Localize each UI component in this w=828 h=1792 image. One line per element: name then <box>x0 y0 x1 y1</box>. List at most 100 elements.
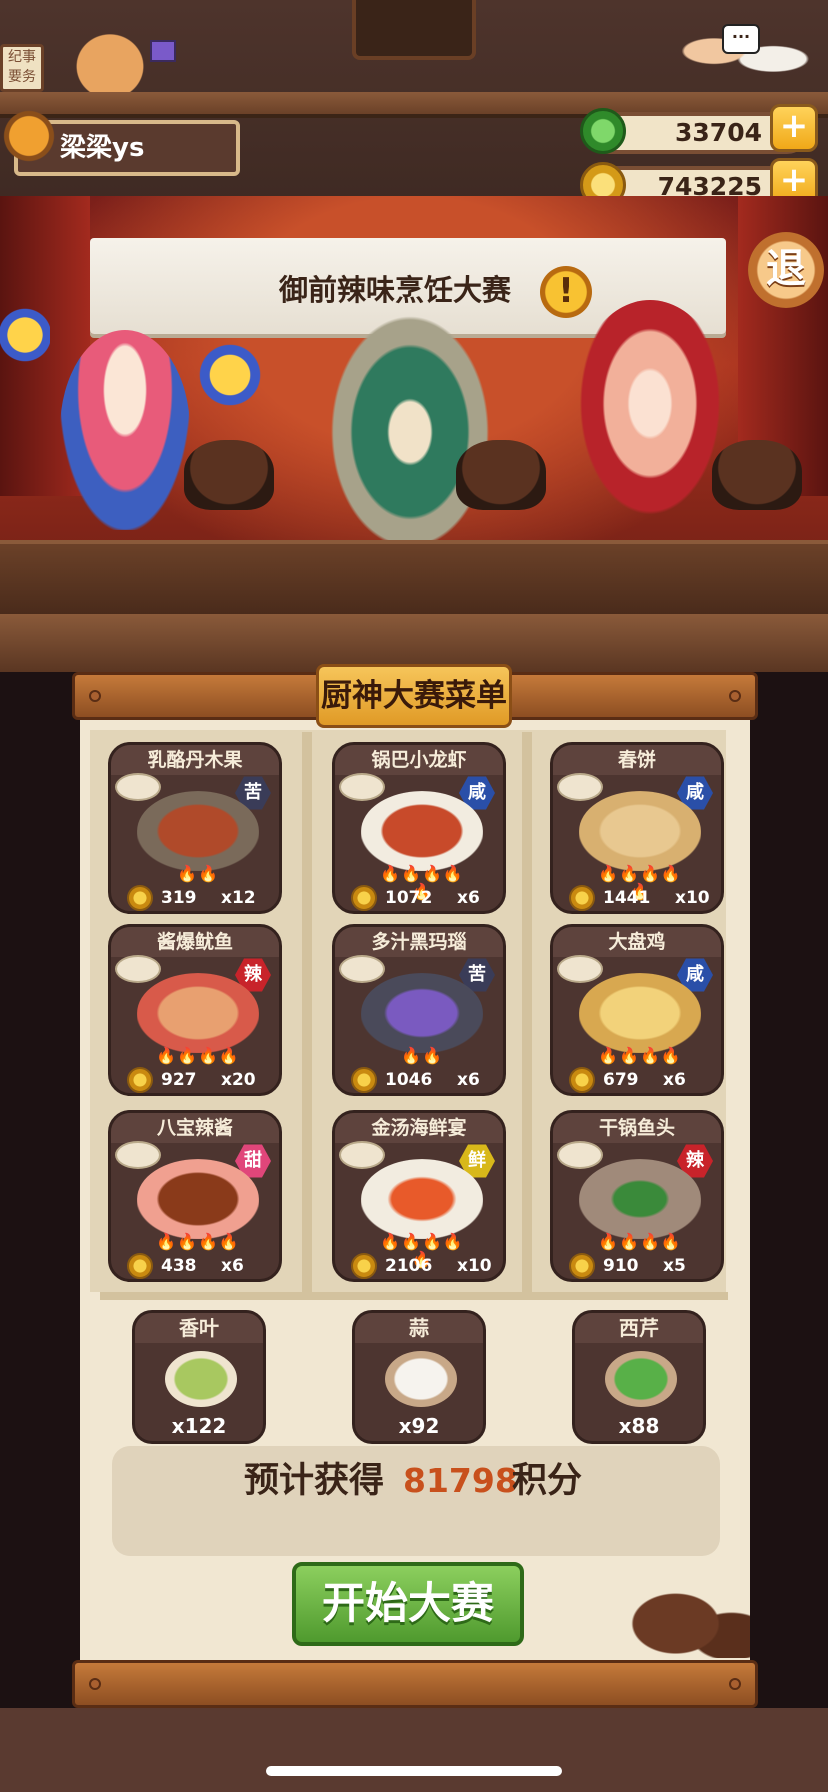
dish-quantity: x12 <box>221 888 256 908</box>
trophy-avatar-icon[interactable] <box>0 108 58 178</box>
dish-quantity: x6 <box>457 1070 480 1090</box>
dish-card[interactable]: 乳酪丹木果 苦 🔥🔥 319 x12 <box>108 742 282 914</box>
ingredient-quantity: x122 <box>171 1414 227 1438</box>
dish-footer: 319 x12 <box>111 881 279 911</box>
book-icon <box>150 40 176 62</box>
dish-price: 319 <box>161 888 197 908</box>
jars-decoration <box>626 1572 750 1658</box>
dish-name: 大盘鸡 <box>553 927 721 957</box>
dish-quantity: x10 <box>675 888 710 908</box>
dish-name: 八宝辣酱 <box>111 1113 279 1143</box>
notice-sign[interactable]: 纪事 要务 <box>0 44 44 92</box>
dish-quantity: x5 <box>663 1256 686 1276</box>
home-indicator[interactable] <box>266 1766 562 1776</box>
coin-icon <box>569 1067 595 1093</box>
rod-knob-icon <box>729 690 741 702</box>
garlic-icon <box>339 955 385 983</box>
ingredient-card[interactable]: 西芹 x88 <box>572 1310 706 1444</box>
teapot-icon <box>456 440 546 510</box>
bay-leaf-icon <box>115 955 161 983</box>
rod-knob-icon <box>89 690 101 702</box>
right-backdrop <box>748 672 828 1712</box>
coin-icon <box>127 1067 153 1093</box>
grid-divider <box>100 1292 728 1300</box>
plus-icon: + <box>779 160 809 200</box>
dry-pot-fish-head-icon <box>579 1159 701 1239</box>
coin-icon <box>569 1253 595 1279</box>
bottom-safe-area <box>0 1708 828 1792</box>
dish-card[interactable]: 金汤海鲜宴 鲜 🔥🔥🔥🔥🔥 2106 x10 <box>332 1110 506 1282</box>
dish-price: 1046 <box>385 1070 433 1090</box>
plus-icon: + <box>779 106 809 146</box>
ingredient-card[interactable]: 蒜 x92 <box>352 1310 486 1444</box>
ingredient-card[interactable]: 香叶 x122 <box>132 1310 266 1444</box>
player-name: 梁梁ys <box>60 133 145 163</box>
seafood-feast-icon <box>361 1159 483 1239</box>
dish-quantity: x6 <box>457 888 480 908</box>
ingredient-quantity: x92 <box>398 1414 440 1438</box>
left-backdrop <box>0 672 80 1712</box>
garlic-icon <box>339 1141 385 1169</box>
dish-name: 乳酪丹木果 <box>111 745 279 775</box>
scroll-rod-bottom <box>72 1660 758 1708</box>
exit-button[interactable]: 退 <box>748 232 824 308</box>
dish-price: 438 <box>161 1256 197 1276</box>
dish-card[interactable]: 八宝辣酱 甜 🔥🔥🔥🔥 438 x6 <box>108 1110 282 1282</box>
chat-bubble-icon[interactable]: ··· <box>722 24 760 54</box>
squid-dish-icon <box>137 973 259 1053</box>
celery-icon <box>557 773 603 801</box>
column-divider <box>302 732 312 1292</box>
cheese-fruit-dish-icon <box>137 791 259 871</box>
dish-card[interactable]: 干锅鱼头 辣 🔥🔥🔥🔥 910 x5 <box>550 1110 724 1282</box>
eight-treasure-sauce-icon <box>137 1159 259 1239</box>
bay-leaf-icon <box>165 1351 237 1407</box>
crayfish-dish-icon <box>361 791 483 871</box>
dish-card[interactable]: 酱爆鱿鱼 辣 🔥🔥🔥🔥 927 x20 <box>108 924 282 1096</box>
exclamation-icon[interactable]: ! <box>540 266 592 318</box>
dish-name: 多汁黑玛瑙 <box>335 927 503 957</box>
add-jade-button[interactable]: + <box>770 104 818 152</box>
celery-icon <box>557 955 603 983</box>
dish-price: 1072 <box>385 888 433 908</box>
ingredient-name: 西芹 <box>575 1313 703 1343</box>
spring-pancake-dish-icon <box>579 791 701 871</box>
judge-character-left <box>60 330 190 530</box>
garlic-icon <box>339 773 385 801</box>
dish-footer: 1046 x6 <box>335 1063 503 1093</box>
bay-leaf-icon <box>115 1141 161 1169</box>
dish-card[interactable]: 锅巴小龙虾 咸 🔥🔥🔥🔥🔥 1072 x6 <box>332 742 506 914</box>
dish-price: 679 <box>603 1070 639 1090</box>
dish-footer: 927 x20 <box>111 1063 279 1093</box>
dish-footer: 1072 x6 <box>335 881 503 911</box>
dish-footer: 2106 x10 <box>335 1249 503 1279</box>
dish-card[interactable]: 多汁黑玛瑙 苦 🔥🔥 1046 x6 <box>332 924 506 1096</box>
star-lantern-icon <box>195 340 265 410</box>
column-divider <box>522 732 532 1292</box>
score-value: 81798 <box>403 1461 518 1500</box>
judge-counter <box>0 540 828 614</box>
ingredient-name: 香叶 <box>135 1313 263 1343</box>
dish-price: 1441 <box>603 888 651 908</box>
dish-price: 2106 <box>385 1256 433 1276</box>
dish-card[interactable]: 春饼 咸 🔥🔥🔥🔥🔥 1441 x10 <box>550 742 724 914</box>
coin-icon <box>351 1253 377 1279</box>
chat-bubble-text: ··· <box>731 27 751 46</box>
dish-quantity: x6 <box>663 1070 686 1090</box>
dish-card[interactable]: 大盘鸡 咸 🔥🔥🔥🔥 679 x6 <box>550 924 724 1096</box>
ingredient-name: 蒜 <box>355 1313 483 1343</box>
dish-footer: 910 x5 <box>553 1249 721 1279</box>
teapot-icon <box>712 440 802 510</box>
coin-icon <box>127 1253 153 1279</box>
celery-icon <box>605 1351 677 1407</box>
dish-quantity: x20 <box>221 1070 256 1090</box>
dish-quantity: x6 <box>221 1256 244 1276</box>
coin-icon <box>351 1067 377 1093</box>
coin-icon <box>351 885 377 911</box>
dish-price: 910 <box>603 1256 639 1276</box>
dish-footer: 438 x6 <box>111 1249 279 1279</box>
notice-sign-text: 纪事 要务 <box>8 49 36 85</box>
score-suffix: 积分 <box>512 1461 583 1501</box>
start-contest-button[interactable]: 开始大赛 <box>292 1562 524 1646</box>
black-agate-dish-icon <box>361 973 483 1053</box>
rod-knob-icon <box>89 1678 101 1690</box>
